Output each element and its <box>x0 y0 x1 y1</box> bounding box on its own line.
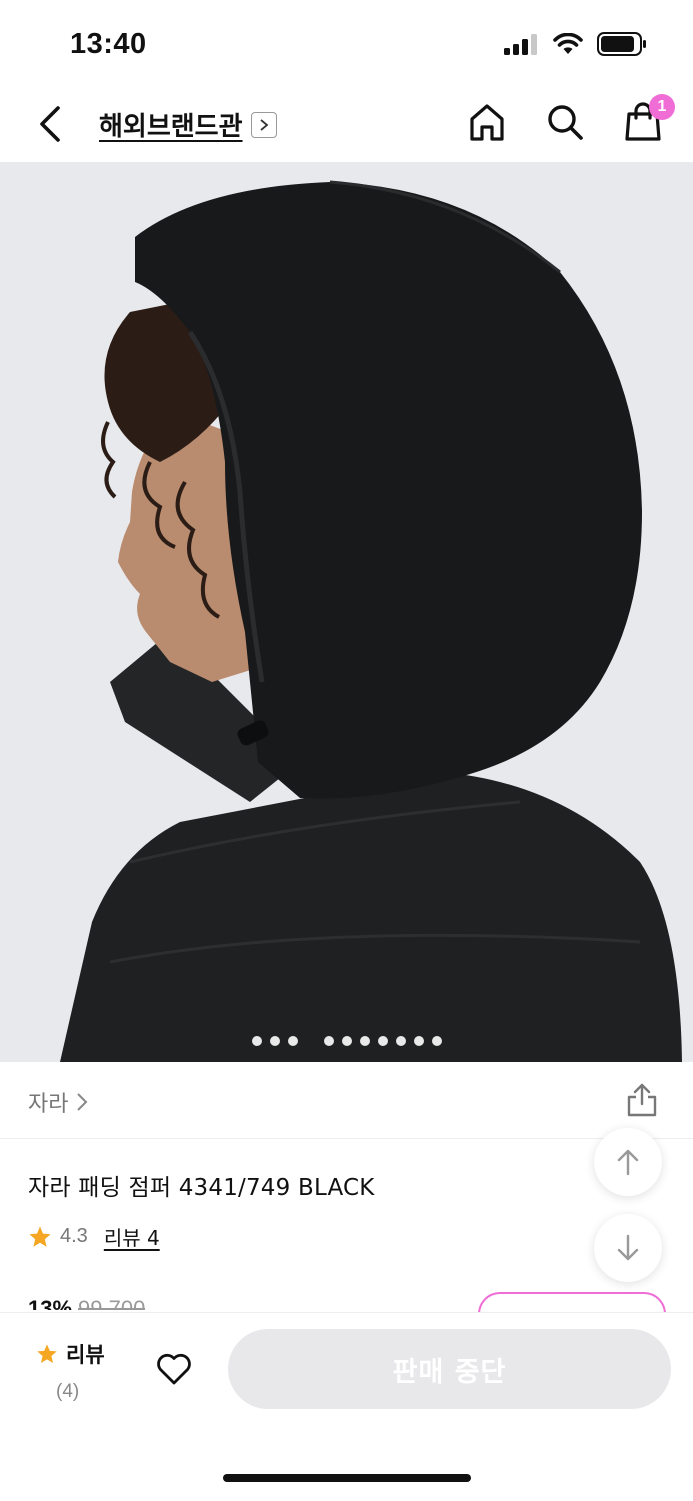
status-icons <box>503 32 647 56</box>
home-button[interactable] <box>465 100 509 144</box>
battery-icon <box>597 32 646 56</box>
status-bar: 13:40 <box>0 0 693 90</box>
arrow-down-icon <box>617 1234 639 1261</box>
review-label: 리뷰 <box>66 1343 105 1367</box>
carousel-dot <box>251 1036 262 1046</box>
share-icon <box>627 1083 657 1117</box>
rating-row: 4.3 리뷰 4 <box>28 1222 160 1251</box>
product-image-carousel[interactable] <box>0 162 693 1062</box>
star-icon <box>37 1344 57 1363</box>
review-count: (4) <box>56 1381 80 1402</box>
carousel-dot <box>269 1036 280 1046</box>
nav-bar: 해외브랜드관 1 <box>0 90 693 162</box>
arrow-up-icon <box>617 1149 639 1176</box>
carousel-dot <box>323 1036 334 1046</box>
scroll-up-button[interactable] <box>594 1128 662 1196</box>
brand-row: 자라 <box>0 1062 693 1139</box>
star-icon <box>29 1226 51 1247</box>
cart-button[interactable]: 1 <box>621 94 675 144</box>
cart-count-badge: 1 <box>649 94 675 120</box>
bottom-action-bar: 리뷰 (4) 판매 중단 <box>0 1312 693 1501</box>
carousel-dot <box>395 1036 406 1046</box>
rating-value: 4.3 <box>60 1225 88 1247</box>
product-title: 자라 패딩 점퍼 4341/749 BLACK <box>28 1175 375 1201</box>
search-icon <box>548 105 583 140</box>
carousel-dot <box>413 1036 424 1046</box>
original-price: 99,700 <box>78 1296 146 1310</box>
carousel-indicator <box>0 1036 693 1046</box>
scroll-down-button[interactable] <box>594 1214 662 1282</box>
share-button[interactable] <box>625 1082 659 1118</box>
store-title: 해외브랜드관 <box>99 112 243 142</box>
status-time: 13:40 <box>70 28 147 60</box>
back-button[interactable] <box>30 102 70 146</box>
carousel-dot <box>431 1036 442 1046</box>
search-button[interactable] <box>543 100 587 144</box>
review-link[interactable]: 리뷰 4 <box>104 1222 160 1251</box>
brand-link[interactable]: 자라 <box>28 1086 88 1118</box>
carousel-dot <box>287 1036 298 1046</box>
home-indicator <box>223 1474 471 1482</box>
discount-rate: 13% <box>28 1296 73 1310</box>
wishlist-button[interactable] <box>152 1349 196 1389</box>
chevron-right-icon <box>77 1093 88 1111</box>
chevron-right-icon <box>250 111 277 138</box>
price-row: 13% 99,700 <box>28 1296 145 1310</box>
wifi-icon <box>553 33 583 54</box>
review-summary-button[interactable]: 리뷰 (4) <box>36 1339 126 1403</box>
cellular-signal-icon <box>504 34 537 55</box>
carousel-dot <box>377 1036 388 1046</box>
home-icon <box>470 104 504 141</box>
carousel-dot <box>341 1036 352 1046</box>
product-photo <box>0 162 693 1062</box>
store-title-link[interactable]: 해외브랜드관 <box>99 106 277 143</box>
chevron-left-icon <box>40 106 60 142</box>
brand-name: 자라 <box>28 1092 69 1117</box>
heart-icon <box>157 1353 191 1385</box>
sold-out-button[interactable]: 판매 중단 <box>228 1329 671 1409</box>
carousel-dot <box>359 1036 370 1046</box>
